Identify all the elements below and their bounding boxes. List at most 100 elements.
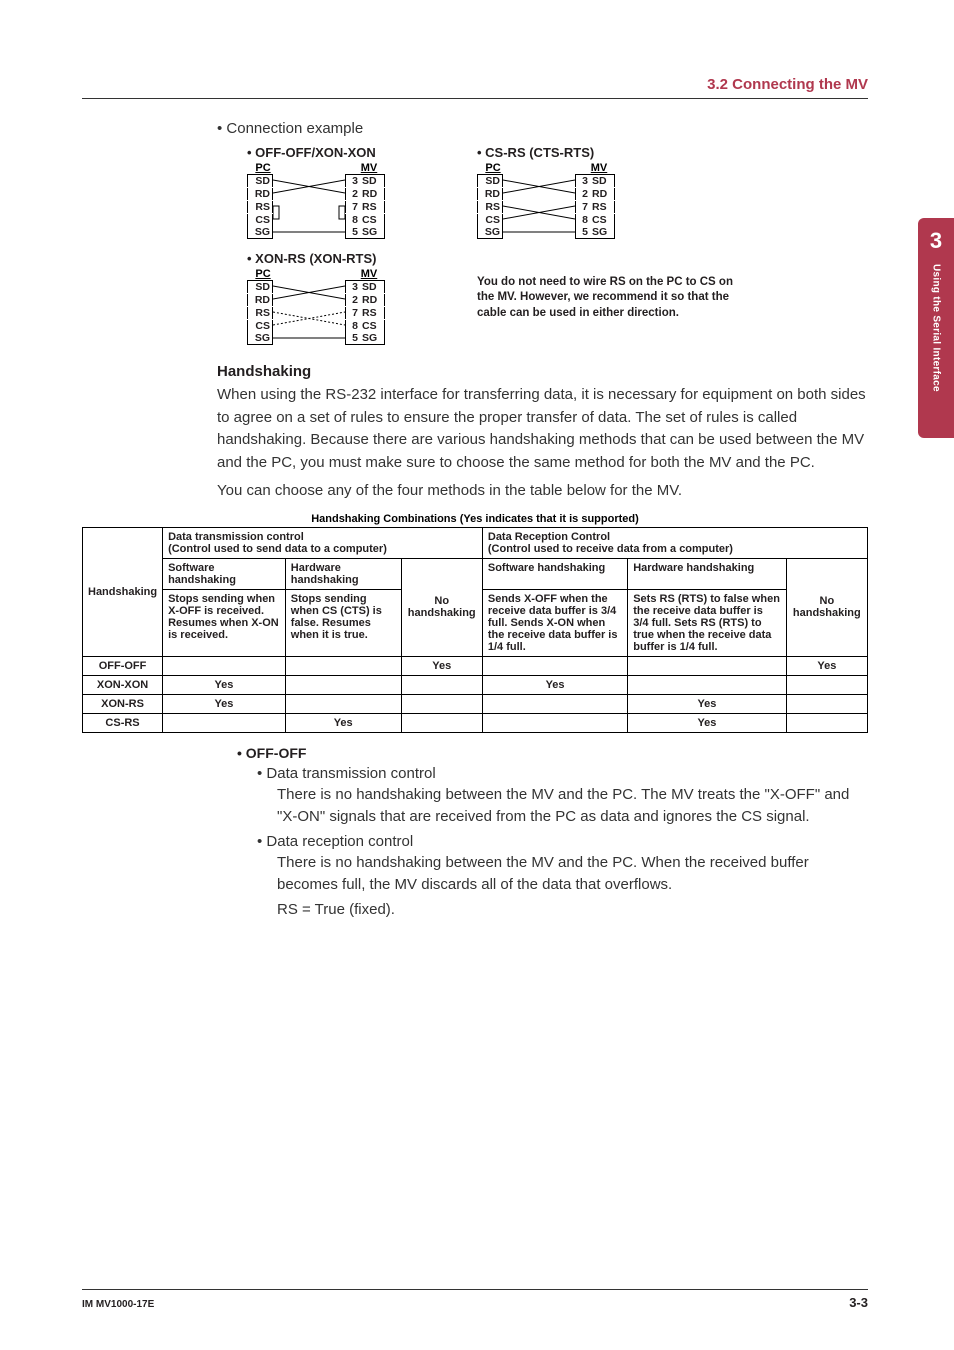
diag2-r4-mv: SG — [590, 226, 615, 239]
r3-name: CS-RS — [105, 717, 139, 729]
offoff-t2: There is no handshaking between the MV a… — [277, 852, 868, 897]
r2-rxhw: Yes — [697, 698, 716, 710]
diag1-r2-pc: RS — [247, 201, 273, 213]
diag2-r3-pc: CS — [477, 214, 503, 226]
tx-hw-desc: Stops sending when CS (CTS) is false. Re… — [291, 593, 382, 641]
diag1-r1-num: 2 — [345, 188, 360, 200]
diag2-r4-pc: SG — [477, 226, 503, 239]
tx-no-h: No handshaking — [408, 595, 476, 619]
footer-doc-id: IM MV1000-17E — [82, 1299, 154, 1310]
diag2-r0-pc: SD — [477, 174, 503, 187]
diag3-r0-pc: SD — [247, 280, 273, 293]
h-rx-sub: (Control used to receive data from a com… — [488, 543, 733, 555]
diag2-pc-label: PC — [477, 162, 509, 174]
rx-sw-desc: Sends X-OFF when the receive data buffer… — [488, 593, 618, 653]
diag3-r2-pc: RS — [247, 307, 273, 319]
diag2-r1-mv: RD — [590, 188, 615, 200]
handshaking-p1: When using the RS-232 interface for tran… — [217, 384, 868, 474]
tx-hw-h: Hardware handshaking — [291, 562, 359, 586]
r2-rxsw — [482, 694, 627, 713]
r2-txsw: Yes — [214, 698, 233, 710]
handshaking-table: Handshaking Data transmission control(Co… — [82, 527, 868, 733]
table-row: XON-XON Yes Yes — [83, 675, 868, 694]
diag1-title: • OFF-OFF/XON-XON — [247, 145, 387, 160]
diag3-r3-num: 8 — [345, 320, 360, 332]
r0-txhw — [285, 656, 401, 675]
diag3-pc-label: PC — [247, 268, 279, 280]
handshaking-p2: You can choose any of the four methods i… — [217, 480, 868, 503]
diag1-r3-num: 8 — [345, 214, 360, 226]
diag3-r3-mv: CS — [360, 320, 385, 332]
diag1-r0-num: 3 — [345, 174, 360, 187]
diag1-r0-pc: SD — [247, 174, 273, 187]
offoff-b2: • Data reception control — [257, 833, 868, 850]
diag1-r2-mv: RS — [360, 201, 385, 213]
diagram-cs-rs: • CS-RS (CTS-RTS) PC MV SD3SD RD2RD RS7R… — [477, 145, 617, 239]
chapter-tab: 3 Using the Serial Interface — [918, 218, 954, 438]
diag1-r0-mv: SD — [360, 174, 385, 187]
diag3-r0-num: 3 — [345, 280, 360, 293]
chapter-number: 3 — [930, 228, 942, 254]
r0-txsw — [163, 656, 286, 675]
diag1-r3-pc: CS — [247, 214, 273, 226]
r3-txhw: Yes — [334, 717, 353, 729]
diag1-r4-mv: SG — [360, 226, 385, 239]
diagram-sidenote: You do not need to wire RS on the PC to … — [477, 275, 737, 322]
rx-hw-desc: Sets RS (RTS) to false when the receive … — [633, 593, 780, 653]
r3-rxhw: Yes — [697, 717, 716, 729]
r1-rxsw: Yes — [546, 679, 565, 691]
diag1-mv-label: MV — [351, 162, 387, 174]
section-header: 3.2 Connecting the MV — [707, 76, 868, 93]
diag2-r0-num: 3 — [575, 174, 590, 187]
tx-sw-h: Software handshaking — [168, 562, 236, 586]
diag2-r1-num: 2 — [575, 188, 590, 200]
diag2-r2-pc: RS — [477, 201, 503, 213]
h-rx: Data Reception Control — [488, 531, 610, 543]
diag3-r4-num: 5 — [345, 332, 360, 345]
diag3-r1-mv: RD — [360, 294, 385, 306]
offoff-title: • OFF-OFF — [237, 745, 868, 761]
header-rule — [82, 98, 868, 99]
r1-txno — [401, 675, 482, 694]
r2-rxno — [786, 694, 867, 713]
r1-name: XON-XON — [97, 679, 148, 691]
diag3-r4-mv: SG — [360, 332, 385, 345]
diag3-mv-label: MV — [351, 268, 387, 280]
diag2-r2-num: 7 — [575, 201, 590, 213]
table-row: CS-RS Yes Yes — [83, 713, 868, 732]
diag3-r2-num: 7 — [345, 307, 360, 319]
diag1-r2-num: 7 — [345, 201, 360, 213]
row-label: Handshaking — [88, 586, 157, 598]
diag3-title: • XON-RS (XON-RTS) — [247, 251, 387, 266]
h-tx-sub: (Control used to send data to a computer… — [168, 543, 387, 555]
footer-rule — [82, 1289, 868, 1290]
h-tx: Data transmission control — [168, 531, 304, 543]
diag2-r4-num: 5 — [575, 226, 590, 239]
r0-rxhw — [628, 656, 786, 675]
tx-sw-desc: Stops sending when X-OFF is received. Re… — [168, 593, 279, 641]
diag3-r3-pc: CS — [247, 320, 273, 332]
diag3-r1-num: 2 — [345, 294, 360, 306]
diag1-r1-pc: RD — [247, 188, 273, 200]
rx-no-h: No handshaking — [793, 595, 861, 619]
diag2-r1-pc: RD — [477, 188, 503, 200]
rx-sw-h: Software handshaking — [488, 562, 605, 574]
r1-txhw — [285, 675, 401, 694]
r2-name: XON-RS — [101, 698, 144, 710]
r3-txsw — [163, 713, 286, 732]
diag3-r2-mv: RS — [360, 307, 385, 319]
offoff-b1: • Data transmission control — [257, 765, 868, 782]
diag1-r3-mv: CS — [360, 214, 385, 226]
diag2-r3-mv: CS — [590, 214, 615, 226]
r3-rxsw — [482, 713, 627, 732]
table-row: XON-RS Yes Yes — [83, 694, 868, 713]
diag3-r0-mv: SD — [360, 280, 385, 293]
diagram-off-off: • OFF-OFF/XON-XON PC MV SD3SD RD2RD RS7R… — [247, 145, 387, 239]
diag1-r4-num: 5 — [345, 226, 360, 239]
r0-rxsw — [482, 656, 627, 675]
diag2-r3-num: 8 — [575, 214, 590, 226]
r2-txno — [401, 694, 482, 713]
r2-txhw — [285, 694, 401, 713]
r0-name: OFF-OFF — [99, 660, 147, 672]
diag3-r1-pc: RD — [247, 294, 273, 306]
